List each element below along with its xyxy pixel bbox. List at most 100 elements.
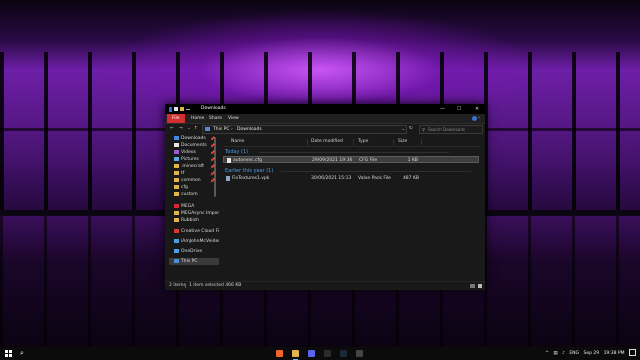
- sidebar-item[interactable]: OneDrive: [169, 248, 219, 255]
- taskbar-clock-app-icon[interactable]: [356, 350, 363, 357]
- close-button[interactable]: ✕: [475, 106, 479, 112]
- taskbar-steam-icon[interactable]: [340, 350, 347, 357]
- large-icons-view-icon[interactable]: [478, 284, 482, 288]
- sidebar-item[interactable]: Downloads 📌: [169, 135, 219, 142]
- sidebar-item-label: Documents: [181, 143, 207, 148]
- item-count: 2 items: [169, 283, 186, 288]
- file-date: 30/06/2021 15:13: [311, 176, 352, 181]
- column-divider[interactable]: [421, 139, 422, 145]
- sidebar-item[interactable]: This PC: [169, 258, 219, 265]
- sidebar-item[interactable]: Videos 📌: [169, 149, 219, 156]
- window-title: Downloads: [201, 106, 226, 111]
- file-row[interactable]: autoexec.cfg 29/09/2021 19:36 CFG File 1 KB: [223, 156, 479, 163]
- address-bar[interactable]: This PC › Downloads ⌄: [202, 125, 407, 134]
- title-bar[interactable]: Downloads — ☐ ✕: [165, 104, 485, 114]
- group-label: Today (1): [225, 149, 249, 155]
- column-date-modified[interactable]: Date modified: [311, 138, 343, 146]
- quick-access-toolbar: [169, 106, 190, 112]
- search-input[interactable]: [428, 126, 480, 133]
- sidebar-item[interactable]: cfg: [169, 184, 219, 191]
- file-type: CFG File: [359, 158, 378, 163]
- folder-icon: [174, 136, 179, 140]
- column-name[interactable]: Name: [231, 138, 244, 146]
- column-divider[interactable]: [353, 139, 354, 145]
- sidebar-item[interactable]: .minecraft 📌: [169, 163, 219, 170]
- sidebar-item-label: Downloads: [181, 136, 206, 141]
- folder-icon: [174, 204, 179, 208]
- folder-icon: [174, 192, 179, 196]
- system-tray: ^ ▤ ♪ ENG Sep 29 19:38 PM: [542, 347, 636, 360]
- ribbon-tabs: File Home Share View ⌄: [165, 114, 485, 124]
- sidebar-item[interactable]: MEGAsync Imports: [169, 210, 219, 217]
- new-folder-icon[interactable]: [180, 107, 184, 111]
- network-icon[interactable]: ▤: [553, 351, 557, 356]
- tab-view[interactable]: View: [223, 114, 244, 123]
- search-icon: ⚲: [422, 127, 425, 132]
- tray-expand-icon[interactable]: ^: [545, 351, 549, 356]
- taskbar-search-icon[interactable]: ⌕: [20, 349, 24, 358]
- sidebar-item[interactable]: MEGA: [169, 203, 219, 210]
- folder-icon: [174, 239, 179, 243]
- file-size: 487 KB: [402, 176, 419, 181]
- group-header[interactable]: Today (1): [225, 148, 475, 156]
- column-divider[interactable]: [307, 139, 308, 145]
- recent-locations-button[interactable]: ⌄: [187, 126, 191, 131]
- taskbar-discord-icon[interactable]: [308, 350, 315, 357]
- taskbar-obs-icon[interactable]: [324, 350, 331, 357]
- ribbon-expand-icon[interactable]: ⌄: [477, 115, 481, 120]
- details-view-icon[interactable]: [470, 284, 475, 288]
- breadcrumb-downloads[interactable]: Downloads: [237, 126, 262, 133]
- help-icon[interactable]: [472, 116, 477, 121]
- taskbar-time[interactable]: 19:38 PM: [604, 351, 625, 356]
- back-button[interactable]: ←: [170, 126, 174, 131]
- pin-icon: 📌: [210, 136, 215, 141]
- forward-button[interactable]: →: [179, 126, 183, 131]
- language-indicator[interactable]: ENG: [569, 351, 579, 356]
- sidebar-item[interactable]: Pictures 📌: [169, 156, 219, 163]
- sidebar-item[interactable]: Rubbish: [169, 217, 219, 224]
- customize-toolbar-icon[interactable]: [186, 108, 190, 110]
- column-type[interactable]: Type: [358, 138, 368, 146]
- sidebar-item-label: tf: [181, 171, 185, 176]
- refresh-button[interactable]: ↻: [409, 126, 413, 131]
- selection-info: 1 item selected 466 KB: [189, 283, 242, 288]
- navigation-pane: Downloads 📌 Documents 📌 Videos 📌 Pictures 📌 .min…: [169, 135, 219, 281]
- taskbar-file-explorer-icon[interactable]: [292, 350, 299, 360]
- maximize-button[interactable]: ☐: [457, 106, 461, 112]
- column-divider[interactable]: [393, 139, 394, 145]
- sidebar-item[interactable]: iAmJohnMcVeiden Di: [169, 238, 219, 245]
- file-explorer-window[interactable]: Downloads — ☐ ✕ File Home Share View ⌄ ←…: [165, 104, 485, 290]
- taskbar-date[interactable]: Sep 29: [583, 351, 599, 356]
- group-divider: [259, 152, 449, 153]
- sidebar-item[interactable]: Documents 📌: [169, 142, 219, 149]
- pin-icon: 📌: [210, 143, 215, 148]
- address-dropdown-icon[interactable]: ⌄: [401, 126, 405, 133]
- sidebar-item[interactable]: tf 📌: [169, 170, 219, 177]
- taskbar-brave-icon[interactable]: [276, 350, 283, 357]
- file-row[interactable]: FixTextures1.vpk 30/06/2021 15:13 Valve Pa…: [223, 175, 479, 182]
- properties-icon[interactable]: [174, 107, 178, 111]
- breadcrumb-chevron-icon[interactable]: ›: [231, 126, 233, 133]
- start-button[interactable]: [5, 350, 13, 357]
- computer-icon: [205, 127, 210, 131]
- volume-icon[interactable]: ♪: [562, 351, 565, 356]
- column-headers: Name Date modified Type Size: [223, 138, 479, 147]
- sidebar-item[interactable]: Creative Cloud Files: [169, 228, 219, 235]
- sidebar-item-label: This PC: [181, 259, 198, 264]
- folder-icon: [174, 164, 179, 168]
- sidebar-item[interactable]: common 📌: [169, 177, 219, 184]
- sidebar-item-label: MEGA: [181, 204, 195, 209]
- minimize-button[interactable]: —: [440, 106, 445, 112]
- folder-icon: [174, 249, 179, 253]
- tab-file[interactable]: File: [167, 114, 185, 123]
- notification-icon[interactable]: [629, 349, 636, 356]
- up-button[interactable]: ↑: [194, 126, 198, 131]
- folder-icon: [174, 185, 179, 189]
- pin-icon: 📌: [210, 164, 215, 169]
- group-header[interactable]: Earlier this year (1): [225, 167, 475, 175]
- breadcrumb-this-pc[interactable]: This PC: [213, 126, 229, 133]
- file-icon: [227, 158, 231, 163]
- sidebar-item[interactable]: custom: [169, 191, 219, 198]
- search-box[interactable]: ⚲: [419, 125, 483, 134]
- column-size[interactable]: Size: [398, 138, 407, 146]
